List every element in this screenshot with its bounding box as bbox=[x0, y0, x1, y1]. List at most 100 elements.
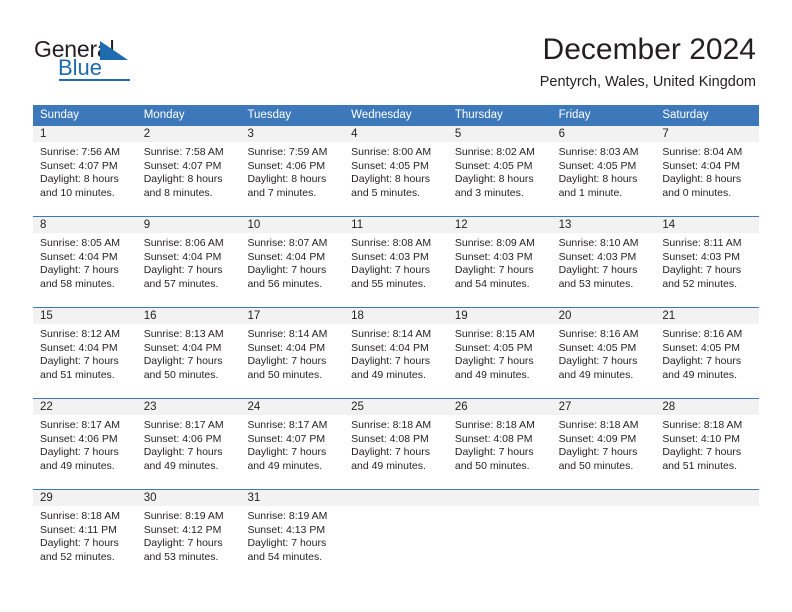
calendar-day-cell[interactable]: 2 Sunrise: 7:58 AM Sunset: 4:07 PM Daylight… bbox=[136, 126, 241, 216]
day-detail-line: Daylight: 7 hours bbox=[143, 355, 223, 368]
day-detail-line: and 54 minutes. bbox=[454, 277, 530, 290]
day-number bbox=[344, 490, 448, 506]
day-detail-line: and 51 minutes. bbox=[662, 459, 738, 472]
day-detail-line: Sunset: 4:07 PM bbox=[247, 432, 326, 445]
day-detail-line: Sunset: 4:04 PM bbox=[143, 250, 222, 263]
day-detail-line: Sunrise: 8:18 AM bbox=[454, 419, 535, 431]
day-details: Sunrise: 8:19 AM Sunset: 4:12 PM Daylight:… bbox=[137, 506, 241, 564]
day-detail-line: Sunset: 4:03 PM bbox=[662, 250, 740, 263]
day-details: Sunrise: 8:07 AM Sunset: 4:04 PM Daylight:… bbox=[240, 233, 344, 291]
day-details: Sunrise: 8:17 AM Sunset: 4:07 PM Daylight:… bbox=[240, 415, 344, 473]
calendar-day-cell[interactable]: 27 Sunrise: 8:18 AM Sunset: 4:09 PM Dayligh… bbox=[551, 399, 656, 489]
day-detail-line: and 3 minutes. bbox=[454, 186, 524, 199]
day-number: 23 bbox=[136, 399, 241, 415]
day-detail-line: and 1 minute. bbox=[558, 186, 623, 199]
calendar-day-cell[interactable]: 11 Sunrise: 8:08 AM Sunset: 4:03 PM Dayligh… bbox=[344, 217, 448, 307]
day-detail-line: Sunrise: 8:13 AM bbox=[143, 328, 224, 340]
calendar-day-cell[interactable]: 17 Sunrise: 8:14 AM Sunset: 4:04 PM Dayligh… bbox=[240, 308, 345, 398]
day-details: Sunrise: 8:18 AM Sunset: 4:10 PM Daylight:… bbox=[655, 415, 759, 473]
day-detail-line: and 50 minutes. bbox=[558, 459, 634, 472]
day-detail-line: Daylight: 7 hours bbox=[40, 446, 119, 459]
day-detail-line: Sunset: 4:09 PM bbox=[558, 432, 637, 445]
calendar-day-cell[interactable]: 9 Sunrise: 8:06 AM Sunset: 4:04 PM Daylight… bbox=[136, 217, 241, 307]
triangle-icon bbox=[100, 41, 128, 60]
day-details: Sunrise: 8:12 AM Sunset: 4:04 PM Daylight:… bbox=[33, 324, 137, 382]
day-detail-line: and 7 minutes. bbox=[247, 186, 317, 199]
day-detail-line: Sunrise: 7:56 AM bbox=[40, 146, 120, 158]
day-details: Sunrise: 8:19 AM Sunset: 4:13 PM Daylight:… bbox=[240, 506, 344, 564]
day-detail-line: Sunset: 4:04 PM bbox=[40, 250, 118, 263]
day-number: 11 bbox=[344, 217, 448, 233]
day-detail-line: Sunset: 4:03 PM bbox=[454, 250, 533, 263]
calendar-weeks: 1 Sunrise: 7:56 AM Sunset: 4:07 PM Daylight… bbox=[33, 126, 760, 580]
day-details: Sunrise: 8:00 AM Sunset: 4:05 PM Daylight:… bbox=[344, 142, 448, 200]
day-detail-line: Sunset: 4:06 PM bbox=[247, 159, 326, 172]
calendar-day-cell[interactable]: 30 Sunrise: 8:19 AM Sunset: 4:12 PM Dayligh… bbox=[136, 490, 241, 580]
day-number: 19 bbox=[447, 308, 552, 324]
day-detail-line: Daylight: 7 hours bbox=[454, 355, 534, 368]
day-detail-line: Sunset: 4:05 PM bbox=[558, 341, 637, 354]
calendar-day-cell[interactable]: 26 Sunrise: 8:18 AM Sunset: 4:08 PM Dayligh… bbox=[447, 399, 552, 489]
day-number bbox=[551, 490, 656, 506]
calendar-day-cell[interactable]: 28 Sunrise: 8:18 AM Sunset: 4:10 PM Dayligh… bbox=[655, 399, 760, 489]
calendar-day-cell[interactable]: 16 Sunrise: 8:13 AM Sunset: 4:04 PM Dayligh… bbox=[136, 308, 241, 398]
calendar-day-cell[interactable]: 8 Sunrise: 8:05 AM Sunset: 4:04 PM Daylight… bbox=[33, 217, 137, 307]
calendar-day-cell[interactable]: 14 Sunrise: 8:11 AM Sunset: 4:03 PM Dayligh… bbox=[655, 217, 760, 307]
day-details: Sunrise: 8:18 AM Sunset: 4:09 PM Daylight:… bbox=[552, 415, 656, 473]
calendar-day-cell[interactable]: 7 Sunrise: 8:04 AM Sunset: 4:04 PM Daylight… bbox=[655, 126, 760, 216]
calendar-day-cell[interactable]: 20 Sunrise: 8:16 AM Sunset: 4:05 PM Dayligh… bbox=[551, 308, 656, 398]
day-number: 31 bbox=[240, 490, 345, 506]
calendar-day-cell[interactable]: 29 Sunrise: 8:18 AM Sunset: 4:11 PM Dayligh… bbox=[33, 490, 137, 580]
day-details: Sunrise: 7:56 AM Sunset: 4:07 PM Daylight:… bbox=[33, 142, 137, 200]
day-number: 2 bbox=[136, 126, 241, 142]
calendar-day-cell[interactable]: 25 Sunrise: 8:18 AM Sunset: 4:08 PM Dayligh… bbox=[344, 399, 448, 489]
day-detail-line: and 49 minutes. bbox=[558, 368, 634, 381]
day-number: 20 bbox=[551, 308, 656, 324]
day-detail-line: Sunset: 4:04 PM bbox=[351, 341, 429, 354]
calendar-page: General Blue December 2024 Pentyrch, Wal… bbox=[0, 0, 792, 612]
day-detail-line: Daylight: 7 hours bbox=[558, 355, 638, 368]
day-detail-line: Daylight: 8 hours bbox=[40, 173, 119, 186]
calendar-day-cell[interactable]: 23 Sunrise: 8:17 AM Sunset: 4:06 PM Dayligh… bbox=[136, 399, 241, 489]
calendar-day-cell[interactable]: 10 Sunrise: 8:07 AM Sunset: 4:04 PM Dayligh… bbox=[240, 217, 345, 307]
day-detail-line: Sunrise: 8:15 AM bbox=[454, 328, 535, 340]
calendar-day-cell[interactable]: 22 Sunrise: 8:17 AM Sunset: 4:06 PM Dayligh… bbox=[33, 399, 137, 489]
calendar-day-cell[interactable]: 13 Sunrise: 8:10 AM Sunset: 4:03 PM Dayligh… bbox=[551, 217, 656, 307]
day-number: 6 bbox=[551, 126, 656, 142]
day-details: Sunrise: 8:14 AM Sunset: 4:04 PM Daylight:… bbox=[344, 324, 448, 382]
day-detail-line: and 52 minutes. bbox=[40, 550, 115, 563]
day-detail-line: Sunrise: 7:58 AM bbox=[143, 146, 224, 158]
day-detail-line: and 50 minutes. bbox=[454, 459, 530, 472]
calendar-day-cell[interactable]: 21 Sunrise: 8:16 AM Sunset: 4:05 PM Dayligh… bbox=[655, 308, 760, 398]
day-detail-line: Daylight: 7 hours bbox=[40, 355, 119, 368]
day-number: 28 bbox=[655, 399, 760, 415]
logo-underline bbox=[59, 79, 130, 81]
day-detail-line: Sunset: 4:07 PM bbox=[143, 159, 222, 172]
calendar-day-cell[interactable]: 31 Sunrise: 8:19 AM Sunset: 4:13 PM Dayligh… bbox=[240, 490, 345, 580]
day-detail-line: Daylight: 8 hours bbox=[351, 173, 430, 186]
calendar-day-cell[interactable]: 15 Sunrise: 8:12 AM Sunset: 4:04 PM Dayligh… bbox=[33, 308, 137, 398]
day-detail-line: Sunrise: 8:18 AM bbox=[351, 419, 432, 431]
day-details: Sunrise: 8:17 AM Sunset: 4:06 PM Daylight:… bbox=[137, 415, 241, 473]
day-number: 14 bbox=[655, 217, 760, 233]
day-number: 18 bbox=[344, 308, 448, 324]
calendar-day-cell[interactable]: 24 Sunrise: 8:17 AM Sunset: 4:07 PM Dayligh… bbox=[240, 399, 345, 489]
day-detail-line: Sunrise: 8:07 AM bbox=[247, 237, 328, 249]
day-detail-line: Sunset: 4:04 PM bbox=[662, 159, 740, 172]
weekday-header-row: Sunday Monday Tuesday Wednesday Thursday… bbox=[33, 105, 759, 126]
general-blue-logo[interactable]: General Blue bbox=[34, 38, 204, 84]
day-detail-line: and 49 minutes. bbox=[143, 459, 219, 472]
calendar-day-cell[interactable]: 5 Sunrise: 8:02 AM Sunset: 4:05 PM Daylight… bbox=[447, 126, 552, 216]
calendar-day-cell[interactable]: 6 Sunrise: 8:03 AM Sunset: 4:05 PM Daylight… bbox=[551, 126, 656, 216]
calendar-day-cell[interactable]: 12 Sunrise: 8:09 AM Sunset: 4:03 PM Dayligh… bbox=[447, 217, 552, 307]
calendar-day-cell[interactable]: 1 Sunrise: 7:56 AM Sunset: 4:07 PM Daylight… bbox=[33, 126, 137, 216]
day-detail-line: Daylight: 7 hours bbox=[247, 446, 327, 459]
calendar-day-cell-empty bbox=[551, 490, 656, 580]
calendar-week-row: 1 Sunrise: 7:56 AM Sunset: 4:07 PM Daylight… bbox=[33, 126, 760, 216]
calendar-day-cell[interactable]: 3 Sunrise: 7:59 AM Sunset: 4:06 PM Daylight… bbox=[240, 126, 345, 216]
day-details bbox=[655, 506, 759, 510]
day-number: 17 bbox=[240, 308, 345, 324]
calendar-day-cell[interactable]: 19 Sunrise: 8:15 AM Sunset: 4:05 PM Dayligh… bbox=[447, 308, 552, 398]
calendar-day-cell[interactable]: 18 Sunrise: 8:14 AM Sunset: 4:04 PM Dayligh… bbox=[344, 308, 448, 398]
calendar-day-cell[interactable]: 4 Sunrise: 8:00 AM Sunset: 4:05 PM Daylight… bbox=[344, 126, 448, 216]
